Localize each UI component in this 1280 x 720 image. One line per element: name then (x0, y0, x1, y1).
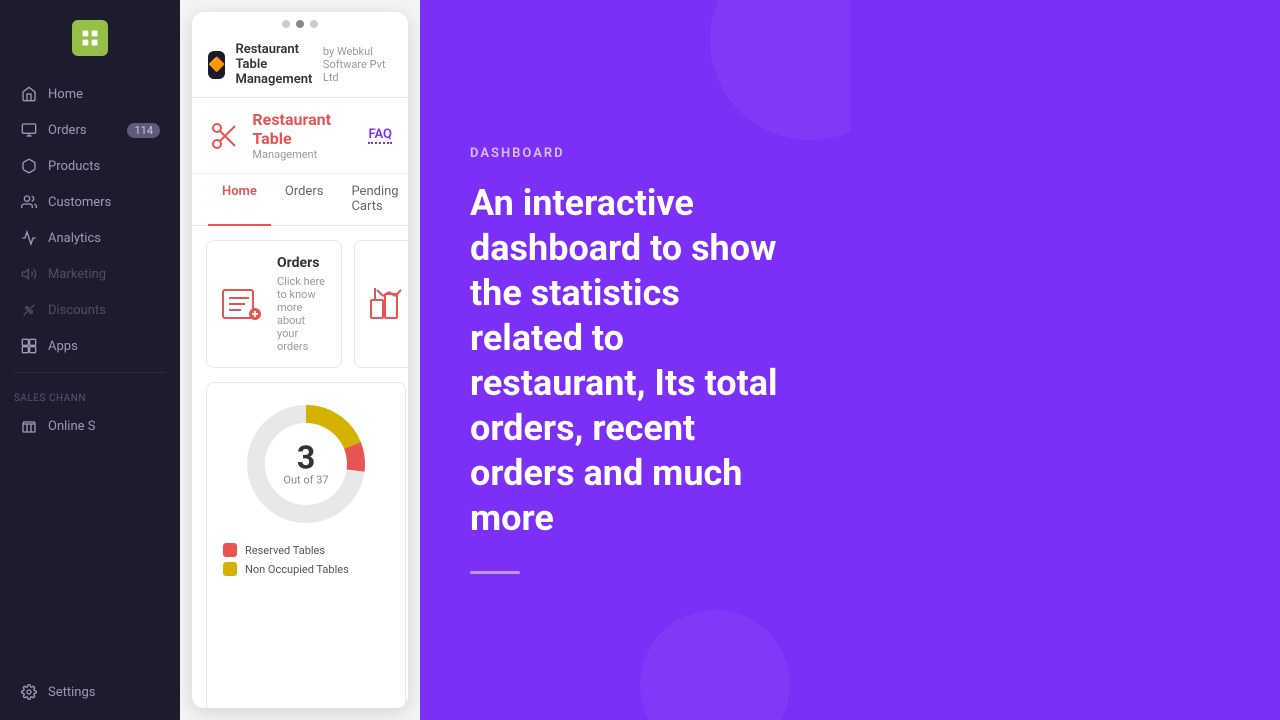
orders-info-card[interactable]: Orders Click here to know more about you… (206, 240, 342, 368)
sidebar-item-label: Online S (48, 419, 95, 434)
legend-label-reserved: Reserved Tables (245, 544, 325, 557)
app-by: by Webkul Software Pvt Ltd (323, 45, 392, 84)
app-header-bar: 🔶 Restaurant Table Management by Webkul … (192, 32, 408, 98)
sidebar-item-home[interactable]: Home (6, 77, 174, 111)
orders-card-desc: Click here to know more about your order… (277, 275, 327, 353)
orders-card-title: Orders (277, 255, 327, 271)
restaurant-icon (208, 118, 242, 154)
app-by-text: by Webkul Software Pvt Ltd (323, 45, 392, 84)
window-dot (282, 20, 290, 28)
marketing-label: DASHBOARD (470, 146, 800, 161)
sidebar-item-label: Home (48, 87, 83, 102)
sidebar-divider (14, 372, 166, 373)
customers-icon (20, 193, 38, 211)
analytics-icon (20, 229, 38, 247)
nav-tabs: Home Orders Pending Carts Table Manageme… (192, 174, 408, 226)
marketing-divider (470, 571, 520, 574)
app-window: 🔶 Restaurant Table Management by Webkul … (192, 12, 408, 708)
donut-label: Out of 37 (283, 474, 328, 487)
home-icon (20, 85, 38, 103)
donut-number: 3 (283, 442, 328, 474)
marketing-panel: DASHBOARD An interactive dashboard to sh… (420, 0, 850, 720)
sidebar-item-label: Analytics (48, 231, 101, 246)
orders-badge: 114 (127, 123, 160, 138)
app-header-text: Restaurant Table Management (235, 42, 322, 87)
sidebar-item-label: Discounts (48, 303, 106, 318)
legend-label-nonoccupied: Non Occupied Tables (245, 563, 349, 576)
app-header-left: 🔶 Restaurant Table Management (208, 42, 323, 87)
products-icon (20, 157, 38, 175)
discounts-icon (20, 301, 38, 319)
faq-button[interactable]: FAQ (368, 127, 392, 144)
dashboard-content: Orders Click here to know more about you… (192, 226, 408, 708)
brand-text: Restaurant Table Management (252, 110, 368, 161)
sidebar-item-marketing: Marketing (6, 257, 174, 291)
sidebar-item-label: Orders (48, 123, 87, 138)
donut-wrapper: 3 Out of 37 (241, 399, 371, 529)
sidebar-item-label: Products (48, 159, 100, 174)
sidebar-item-discounts: Discounts (6, 293, 174, 327)
legend-nonoccupied: Non Occupied Tables (223, 562, 389, 576)
sidebar-item-label: Apps (48, 339, 78, 354)
app-icon: 🔶 (208, 51, 225, 79)
legend-dot-nonoccupied (223, 562, 237, 576)
sidebar-item-orders[interactable]: Orders 114 (6, 113, 174, 147)
tab-pending-carts[interactable]: Pending Carts (337, 174, 408, 226)
window-dots (192, 12, 408, 32)
sidebar-item-label: Marketing (48, 267, 106, 282)
apps-icon (20, 337, 38, 355)
window-dot (310, 20, 318, 28)
restaurant-brand: Restaurant Table Management FAQ (192, 98, 408, 174)
deco-circle-top (710, 0, 850, 140)
sidebar-logo (72, 20, 108, 56)
marketing-icon (20, 265, 38, 283)
main-content: 🔶 Restaurant Table Management by Webkul … (180, 0, 420, 720)
sidebar-item-online-store[interactable]: Online S (6, 409, 174, 443)
total-earning-info-card[interactable]: Total Earning Click here for table manag… (354, 240, 408, 368)
window-dot-active (296, 20, 304, 28)
orders-card-icon (221, 284, 263, 324)
marketing-heading: An interactive dashboard to show the sta… (470, 181, 800, 541)
earning-card-icon (369, 284, 408, 324)
sidebar-item-apps[interactable]: Apps (6, 329, 174, 363)
info-cards-row: Orders Click here to know more about you… (206, 240, 394, 368)
legend-dot-reserved (223, 543, 237, 557)
sidebar: Home Orders 114 Products Customers (0, 0, 180, 720)
sidebar-item-customers[interactable]: Customers (6, 185, 174, 219)
store-icon (20, 417, 38, 435)
sidebar-item-settings[interactable]: Settings (6, 675, 174, 709)
tab-orders[interactable]: Orders (271, 174, 338, 226)
deco-circle-bottom (640, 610, 790, 720)
donut-center: 3 Out of 37 (283, 442, 328, 487)
orders-icon (20, 121, 38, 139)
settings-icon (20, 683, 38, 701)
sidebar-item-label: Customers (48, 195, 111, 210)
app-title: Restaurant Table Management (235, 42, 322, 87)
brand-name: Restaurant Table (252, 110, 368, 148)
sidebar-bottom: Settings (0, 674, 180, 720)
tab-home[interactable]: Home (208, 174, 271, 226)
sidebar-item-analytics[interactable]: Analytics (6, 221, 174, 255)
sales-channels-label: SALES CHANN (0, 381, 180, 408)
donut-chart-card: 3 Out of 37 Reserved Tables Non Occupied… (206, 382, 406, 708)
orders-card-text: Orders Click here to know more about you… (277, 255, 327, 353)
sidebar-item-label: Settings (48, 685, 95, 700)
stats-row: 3 Out of 37 Reserved Tables Non Occupied… (206, 382, 394, 708)
brand-sub: Management (252, 148, 368, 161)
brand-left: Restaurant Table Management (208, 110, 368, 161)
legend-reserved: Reserved Tables (223, 543, 389, 557)
sidebar-item-products[interactable]: Products (6, 149, 174, 183)
